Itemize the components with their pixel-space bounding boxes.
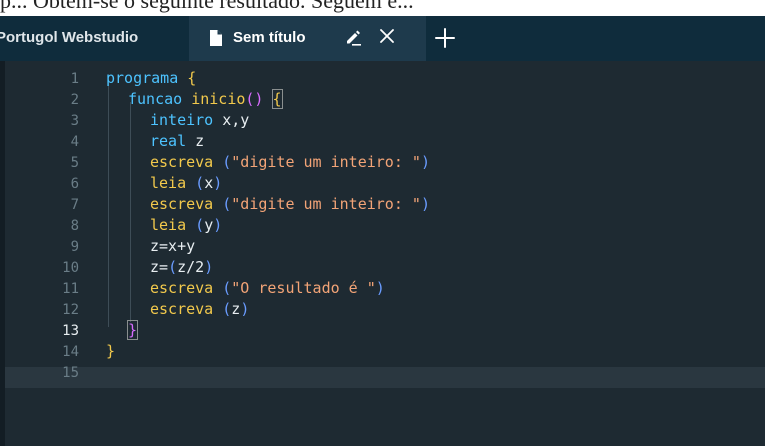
line-number: 12 xyxy=(62,302,79,318)
token-brace: } xyxy=(106,342,116,360)
pencil-icon[interactable] xyxy=(343,27,363,47)
token-parens: () xyxy=(245,90,264,108)
token-function: escreva xyxy=(150,153,214,171)
code-line-11: escreva ("O resultado é ") xyxy=(150,278,385,299)
line-number: 6 xyxy=(70,176,79,192)
code-editor[interactable]: 1 2 3 4 5 6 7 8 9 10 11 12 13 14 15 prog… xyxy=(0,61,765,446)
code-line-2: funcao inicio() { xyxy=(128,89,283,110)
token-paren: ) xyxy=(204,258,214,276)
token-string: "digite um inteiro: " xyxy=(231,153,421,171)
token-paren: ) xyxy=(240,300,250,318)
plus-icon[interactable] xyxy=(430,24,460,52)
code-line-13: } xyxy=(126,320,139,341)
code-line-8: leia (y) xyxy=(150,215,222,236)
code-line-4: real z xyxy=(150,131,204,152)
token-argument: z xyxy=(231,300,241,318)
tab-home[interactable]: Portugol Webstudio xyxy=(0,16,185,61)
token-function: escreva xyxy=(150,300,214,318)
token-paren: ) xyxy=(213,216,223,234)
token-keyword: real xyxy=(150,132,187,150)
indent-guide xyxy=(130,102,131,322)
line-number: 8 xyxy=(70,218,79,234)
line-number-gutter: 1 2 3 4 5 6 7 8 9 10 11 12 13 14 15 xyxy=(5,61,90,446)
tab-file-label: Sem título xyxy=(233,29,306,46)
file-icon xyxy=(210,30,222,46)
token-assignment: z= xyxy=(150,258,169,276)
code-line-12: escreva (z) xyxy=(150,299,249,320)
token-function: leia xyxy=(150,174,187,192)
line-number-active: 13 xyxy=(62,323,79,339)
token-brace-matched: { xyxy=(271,89,283,109)
code-area[interactable]: programa { funcao inicio() { inteiro x,y… xyxy=(106,61,756,446)
token-string: "digite um inteiro: " xyxy=(231,195,421,213)
token-paren: ) xyxy=(375,279,385,297)
line-number: 3 xyxy=(70,113,79,129)
token-function: inicio xyxy=(191,90,246,108)
code-line-9: z=x+y xyxy=(150,236,195,257)
code-line-10: z=(z/2) xyxy=(150,257,213,278)
line-number: 7 xyxy=(70,197,79,213)
line-number: 11 xyxy=(62,281,79,297)
token-argument: x xyxy=(204,174,214,192)
line-number: 14 xyxy=(62,344,79,360)
token-paren: ( xyxy=(222,279,232,297)
background-page-text-content: p... Obtém-se o seguinte resultado. Segu… xyxy=(0,0,414,13)
token-paren: ) xyxy=(213,174,223,192)
token-expression: z/2 xyxy=(177,258,205,276)
line-number: 15 xyxy=(62,365,79,381)
indent-guide xyxy=(108,81,109,327)
token-brace-matched: } xyxy=(126,320,139,340)
line-number: 9 xyxy=(70,239,79,255)
token-paren: ) xyxy=(420,195,430,213)
token-paren: ( xyxy=(222,195,232,213)
token-paren: ) xyxy=(420,153,430,171)
token-keyword: programa xyxy=(106,69,179,87)
token-paren: ( xyxy=(168,258,178,276)
token-brace: { xyxy=(187,69,197,87)
token-argument: y xyxy=(204,216,214,234)
line-number: 5 xyxy=(70,155,79,171)
background-page-text: p... Obtém-se o seguinte resultado. Segu… xyxy=(0,0,765,16)
token-paren: ( xyxy=(222,300,232,318)
token-keyword: funcao xyxy=(128,90,183,108)
token-identifiers: z xyxy=(186,132,205,150)
token-paren: ( xyxy=(195,174,205,192)
token-paren: ( xyxy=(195,216,205,234)
token-keyword: inteiro xyxy=(150,111,214,129)
line-number: 10 xyxy=(62,260,79,276)
line-number: 1 xyxy=(70,71,79,87)
token-string: "O resultado é " xyxy=(231,279,376,297)
token-paren: ( xyxy=(222,153,232,171)
token-function: escreva xyxy=(150,195,214,213)
tab-home-label: Portugol Webstudio xyxy=(0,29,139,46)
token-identifiers: x,y xyxy=(213,111,250,129)
code-line-5: escreva ("digite um inteiro: ") xyxy=(150,152,430,173)
tab-bar: Portugol Webstudio Sem título xyxy=(0,16,765,61)
code-line-6: leia (x) xyxy=(150,173,222,194)
code-line-1: programa { xyxy=(106,68,196,89)
code-line-14: } xyxy=(106,341,115,362)
ide-window: Portugol Webstudio Sem título 1 2 3 4 5 … xyxy=(0,16,765,446)
code-line-7: escreva ("digite um inteiro: ") xyxy=(150,194,430,215)
line-number: 2 xyxy=(70,92,79,108)
tab-file-untitled[interactable]: Sem título xyxy=(189,16,426,61)
token-function: escreva xyxy=(150,279,214,297)
close-icon[interactable] xyxy=(378,27,396,45)
code-line-3: inteiro x,y xyxy=(150,110,249,131)
token-expression: z=x+y xyxy=(150,237,196,255)
line-number: 4 xyxy=(70,134,79,150)
token-function: leia xyxy=(150,216,187,234)
